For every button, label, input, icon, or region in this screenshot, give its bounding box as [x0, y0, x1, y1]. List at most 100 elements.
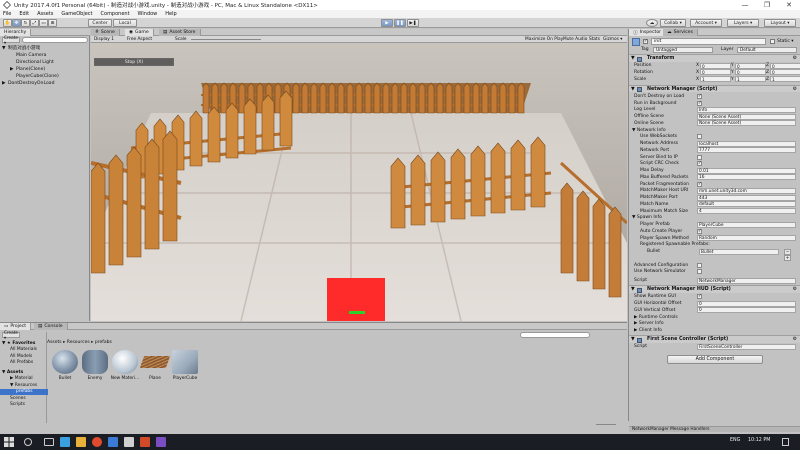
tab-scene[interactable]: # Scene	[91, 29, 120, 36]
asset-item[interactable]: PlayerCube	[170, 350, 200, 381]
asset-item[interactable]: Enemy	[80, 350, 110, 381]
message-handlers-bar[interactable]: NetworkManager Message Handlers	[629, 426, 800, 432]
visual-studio-icon[interactable]	[156, 437, 166, 447]
maximize-on-play-toggle[interactable]: Maximize On Play	[525, 37, 563, 42]
foldout-arrow-icon[interactable]: ▼	[631, 287, 635, 292]
project-folder-item[interactable]: ▼ ★ Favorites	[0, 340, 48, 346]
menu-component[interactable]: Component	[101, 11, 130, 17]
hierarchy-item[interactable]: ▶ Plane(Clone)	[0, 66, 90, 73]
inspector-field[interactable]: Random	[697, 235, 796, 241]
store-app-icon[interactable]	[108, 437, 118, 447]
tab-services[interactable]: ☁ Services	[663, 29, 698, 36]
pivot-toggle[interactable]: Center	[88, 19, 112, 27]
inspector-checkbox[interactable]	[697, 134, 702, 140]
tag-dropdown[interactable]: Untagged	[653, 46, 713, 53]
space-toggle[interactable]: Local	[113, 19, 137, 27]
inspector-field[interactable]: 0	[697, 307, 796, 314]
inspector-field[interactable]: localhost	[697, 140, 796, 147]
menu-assets[interactable]: Assets	[37, 11, 53, 17]
inspector-field[interactable]: PlayerCube	[697, 221, 796, 228]
tab-game[interactable]: ◉ Game	[125, 29, 154, 36]
office-app-icon[interactable]	[140, 437, 150, 447]
project-folder-item[interactable]: ▶ Material	[0, 376, 48, 382]
gear-icon[interactable]: ⚙	[793, 287, 797, 292]
advanced-config-checkbox[interactable]	[697, 262, 702, 268]
inspector-field[interactable]: None (Scene Asset)	[697, 113, 796, 120]
gear-icon[interactable]: ⚙	[793, 337, 797, 342]
pause-button[interactable]: ❚❚	[394, 19, 406, 27]
object-name-field[interactable]: init	[651, 38, 766, 45]
spawn-item-field[interactable]: Bullet	[699, 248, 779, 255]
asset-item[interactable]: Plane	[139, 350, 171, 381]
inspector-checkbox[interactable]: ✓	[697, 228, 702, 234]
breadcrumb[interactable]: Assets ▸ Resources ▸ prefabs	[47, 340, 112, 345]
inspector-field[interactable]: 443	[697, 194, 796, 201]
project-create-button[interactable]: Create ▾	[2, 330, 20, 340]
stop-button[interactable]: Stop (X)	[94, 58, 174, 66]
remove-item-button[interactable]: −	[784, 248, 791, 255]
hierarchy-item[interactable]: PlayerCube(Clone)	[0, 73, 90, 80]
menu-window[interactable]: Window	[138, 11, 158, 17]
account-dropdown[interactable]: Account ▾	[690, 19, 722, 27]
menu-file[interactable]: File	[3, 11, 11, 17]
foldout-arrow-icon[interactable]: ▼	[631, 56, 635, 61]
network-simulator-checkbox[interactable]	[697, 269, 702, 275]
project-folder-item[interactable]: All Materials	[0, 347, 48, 353]
script-field[interactable]: FirstSceneController	[697, 343, 796, 350]
tab-project[interactable]: ▭ Project	[0, 323, 32, 330]
inspector-field[interactable]: 7777	[697, 147, 796, 154]
inspector-field[interactable]: Info	[697, 106, 796, 113]
close-button[interactable]: ✕	[778, 0, 800, 10]
cortana-search-icon[interactable]	[24, 438, 32, 446]
tab-inspector[interactable]: ⓘ Inspector	[629, 29, 667, 36]
cloud-button[interactable]: ☁	[646, 19, 658, 27]
transform-x-field[interactable]: 0	[700, 62, 731, 69]
project-folder-item[interactable]: All Models	[0, 353, 48, 359]
start-button[interactable]	[4, 437, 14, 447]
active-checkbox[interactable]: ✓	[643, 39, 648, 44]
project-folder-item[interactable]: prefabs	[0, 388, 48, 395]
collab-dropdown[interactable]: Collab ▾	[660, 19, 686, 27]
aspect-dropdown[interactable]: Free Aspect	[127, 37, 152, 42]
project-folder-item[interactable]: ▼ Assets	[0, 369, 48, 375]
project-search-input[interactable]	[520, 332, 590, 338]
hierarchy-item[interactable]: ▶ DontDestroyOnLoad	[0, 80, 90, 87]
menu-gameobject[interactable]: GameObject	[61, 11, 92, 17]
hierarchy-create-button[interactable]: Create ▾	[2, 35, 20, 45]
task-view-icon[interactable]	[44, 438, 54, 446]
play-button[interactable]: ▶	[381, 19, 393, 27]
maximize-button[interactable]: ❐	[756, 0, 778, 10]
inspector-checkbox[interactable]: ✓	[697, 181, 702, 187]
runtime-controls-foldout[interactable]: ▶ Runtime Controls	[629, 314, 800, 321]
foldout-arrow-icon[interactable]: ▼	[631, 87, 635, 92]
scale-tool-button[interactable]: ⤢	[30, 19, 39, 27]
foldout-arrow-icon[interactable]: ▼	[631, 337, 635, 342]
static-dropdown[interactable]: Static ▾	[777, 39, 794, 44]
asset-item[interactable]: New Materi...	[110, 350, 140, 381]
advanced-config[interactable]: Advanced Configuration	[629, 262, 800, 269]
hierarchy-item[interactable]: ▼ 制造对战小游戏	[0, 45, 90, 52]
transform-y-field[interactable]: 1	[735, 76, 766, 82]
rotate-tool-button[interactable]: ↻	[21, 19, 30, 27]
menu-help[interactable]: Help	[165, 11, 176, 17]
inspector-field[interactable]: 0.01	[697, 167, 796, 174]
inspector-field[interactable]: 4	[697, 208, 796, 214]
layer-dropdown[interactable]: Default	[737, 46, 797, 53]
rect-tool-button[interactable]: ▭	[39, 19, 48, 27]
first-scene-controller-header[interactable]: ▼ First Scene Controller (Script) ⚙	[629, 335, 800, 343]
project-folder-item[interactable]: Scenes	[0, 395, 48, 401]
tab-console[interactable]: ▤ Console	[34, 323, 68, 330]
asset-item[interactable]: Bullet	[50, 350, 80, 381]
add-item-button[interactable]: +	[784, 255, 791, 262]
transform-x-field[interactable]: 0	[700, 69, 731, 76]
network-simulator[interactable]: Use Network Simulator	[629, 269, 800, 276]
minimize-button[interactable]: —	[734, 0, 756, 10]
inspector-checkbox[interactable]: ✓	[697, 161, 702, 167]
step-button[interactable]: ▶❚	[407, 19, 419, 27]
add-component-button[interactable]: Add Component	[667, 354, 763, 364]
gizmos-dropdown[interactable]: Gizmos ▾	[603, 37, 622, 42]
script-field[interactable]: NetworkManager	[697, 277, 796, 284]
static-checkbox[interactable]	[770, 39, 775, 44]
file-explorer-icon[interactable]	[76, 437, 86, 447]
network-hud-header[interactable]: ▼ Network Manager HUD (Script) ⚙	[629, 285, 800, 293]
